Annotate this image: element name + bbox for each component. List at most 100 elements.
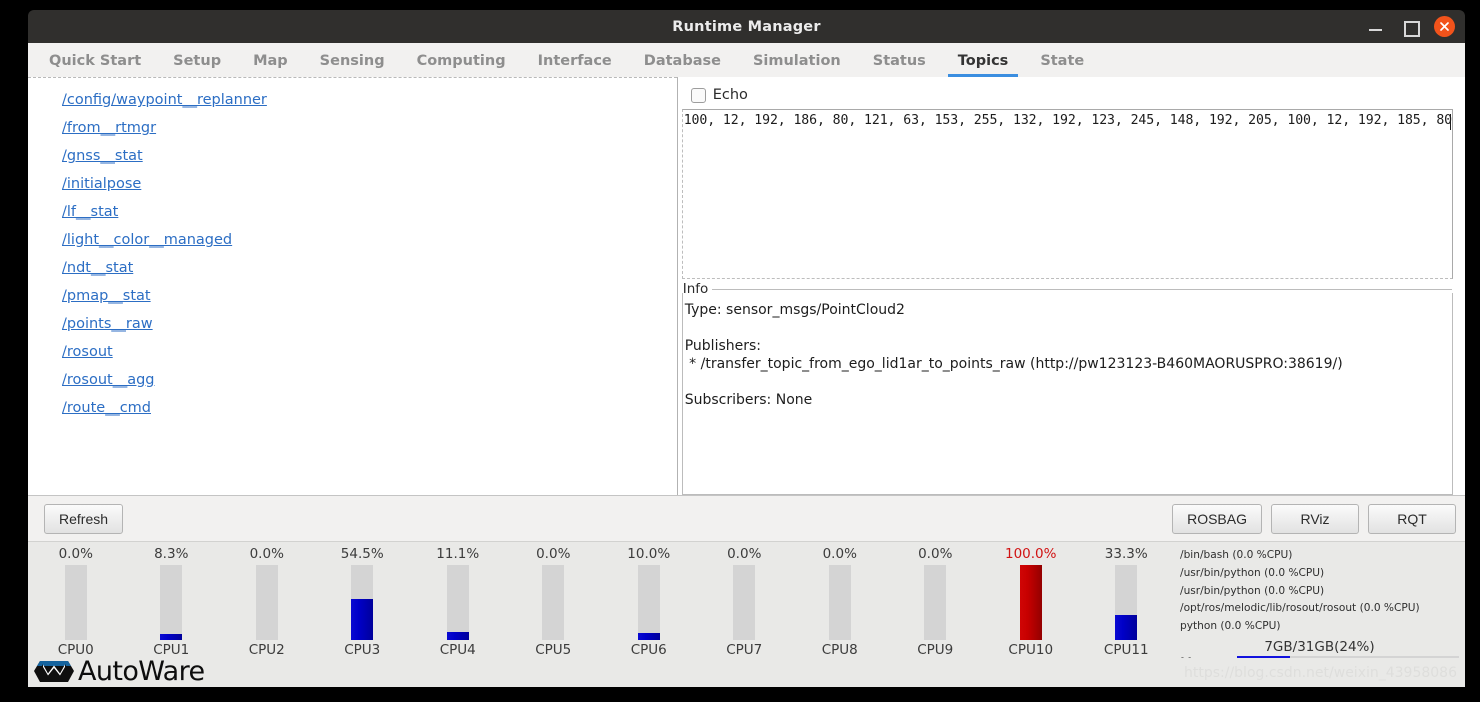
tab-quick-start[interactable]: Quick Start (33, 53, 157, 77)
tab-simulation[interactable]: Simulation (737, 53, 857, 77)
tab-state[interactable]: State (1024, 53, 1100, 77)
window-title: Runtime Manager (672, 18, 821, 35)
cpu-name-label: CPU4 (439, 642, 476, 658)
cpu-gauge-cpu9: 0.0% CPU9 (888, 542, 984, 658)
autoware-mark-icon (34, 660, 74, 682)
cpu-gauge-track (733, 565, 756, 640)
cpu-gauge-cpu4: 11.1% CPU4 (410, 542, 506, 658)
info-legend-rule (712, 289, 1452, 291)
cpu-percent-label: 0.0% (536, 546, 571, 562)
tab-topics[interactable]: Topics (942, 53, 1025, 77)
tab-status[interactable]: Status (857, 53, 942, 77)
minimize-icon[interactable] (1366, 17, 1386, 37)
process-item: /usr/bin/python (0.0 %CPU) (1180, 566, 1325, 579)
echo-checkbox[interactable] (690, 87, 706, 103)
topic-item[interactable]: /pmap__stat (32, 282, 151, 310)
echo-output-text: 100, 12, 192, 186, 80, 121, 63, 153, 255… (683, 113, 1452, 128)
tab-computing[interactable]: Computing (401, 53, 522, 77)
cpu-gauge-cpu5: 0.0% CPU5 (506, 542, 602, 658)
cpu-percent-label: 10.0% (627, 546, 671, 562)
tab-setup[interactable]: Setup (157, 53, 237, 77)
cpu-gauge-track (64, 565, 87, 640)
cpu-name-label: CPU8 (821, 642, 858, 658)
cpu-gauge-track (446, 565, 469, 640)
rqt-button[interactable]: RQT (1368, 503, 1456, 534)
cpu-name-label: CPU3 (344, 642, 381, 658)
close-icon[interactable] (1434, 16, 1455, 37)
tab-sensing[interactable]: Sensing (304, 53, 401, 77)
application-window: Runtime Manager Quick Start Setup Map Se… (0, 0, 1480, 702)
echo-output-box[interactable]: 100, 12, 192, 186, 80, 121, 63, 153, 255… (681, 109, 1453, 279)
autoware-logo: AutoWare (28, 656, 205, 687)
topic-item[interactable]: /initialpose (32, 170, 141, 198)
topic-item[interactable]: /light__color__managed (32, 226, 232, 254)
echo-label: Echo (712, 87, 748, 103)
topic-item[interactable]: /config/waypoint__replanner (32, 86, 267, 114)
cpu-gauge-track (351, 565, 374, 640)
cpu-gauge-fill (446, 631, 469, 640)
cpu-gauge-fill (1019, 565, 1042, 640)
text-caret (1450, 114, 1451, 130)
memory-usage-text: 7GB/31GB(24%) (1264, 638, 1375, 655)
topic-item[interactable]: /from__rtmgr (32, 114, 156, 142)
autoware-wordmark: AutoWare (78, 655, 205, 687)
cpu-percent-label: 33.3% (1104, 546, 1148, 562)
cpu-gauges: 0.0% CPU0 8.3% CPU1 0.0% CPU2 54.5% CPU3 11.1% CP… (28, 542, 1174, 658)
cpu-percent-label: 8.3% (154, 546, 189, 562)
cpu-gauge-track (255, 565, 278, 640)
system-monitor: 0.0% CPU0 8.3% CPU1 0.0% CPU2 54.5% CPU3 11.1% CP… (28, 541, 1465, 658)
detail-pane: Echo 100, 12, 192, 186, 80, 121, 63, 153… (677, 77, 1465, 495)
watermark: https://blog.csdn.net/weixin_43958086 (1183, 664, 1457, 681)
maximize-icon[interactable] (1400, 17, 1420, 37)
title-bar: Runtime Manager (28, 10, 1465, 43)
cpu-gauge-fill (351, 599, 374, 640)
tab-interface[interactable]: Interface (522, 53, 628, 77)
refresh-button[interactable]: Refresh (44, 503, 124, 534)
window-controls (1366, 10, 1455, 43)
rviz-button[interactable]: RViz (1271, 503, 1359, 534)
rosbag-button[interactable]: ROSBAG (1172, 503, 1262, 534)
launcher-buttons: ROSBAG RViz RQT (1172, 503, 1456, 534)
cpu-gauge-fill (160, 633, 183, 640)
topic-list: /config/waypoint__replanner /from__rtmgr… (28, 78, 677, 422)
info-legend-label: Info (682, 282, 713, 297)
cpu-name-label: CPU5 (535, 642, 572, 658)
topic-item[interactable]: /ndt__stat (32, 254, 133, 282)
topic-item[interactable]: /points__raw (32, 310, 153, 338)
cpu-gauge-track (160, 565, 183, 640)
footer: AutoWare https://blog.csdn.net/weixin_43… (0, 656, 1480, 702)
process-item: /bin/bash (0.0 %CPU) (1180, 549, 1293, 561)
cpu-gauge-track (924, 565, 947, 640)
cpu-percent-label: 0.0% (822, 546, 857, 562)
tab-database[interactable]: Database (628, 53, 737, 77)
cpu-gauge-cpu2: 0.0% CPU2 (219, 542, 315, 658)
topic-item[interactable]: /gnss__stat (32, 142, 143, 170)
cpu-percent-label: 100.0% (1005, 546, 1057, 562)
footer-strip: AutoWare https://blog.csdn.net/weixin_43… (28, 656, 1465, 687)
cpu-gauge-track (828, 565, 851, 640)
info-panel: Info Type: sensor_msgs/PointCloud2 Publi… (681, 282, 1453, 495)
cpu-percent-label: 0.0% (727, 546, 762, 562)
process-item: /usr/bin/python (0.0 %CPU) (1180, 584, 1325, 597)
cpu-name-label: CPU7 (726, 642, 763, 658)
topic-item[interactable]: /route__cmd (32, 394, 151, 422)
cpu-gauge-fill (1115, 615, 1138, 640)
cpu-name-label: CPU10 (1008, 642, 1054, 658)
echo-checkbox-row: Echo (680, 87, 1453, 103)
cpu-name-label: CPU9 (917, 642, 954, 658)
info-legend-row: Info (682, 282, 1452, 297)
tab-bar: Quick Start Setup Map Sensing Computing … (28, 43, 1465, 77)
topic-item[interactable]: /rosout__agg (32, 366, 155, 394)
window-body: Quick Start Setup Map Sensing Computing … (28, 43, 1465, 658)
cpu-name-label: CPU6 (630, 642, 667, 658)
topic-item[interactable]: /rosout (32, 338, 113, 366)
process-item: python (0.0 %CPU) (1180, 620, 1281, 633)
cpu-gauge-cpu11: 33.3% CPU11 (1079, 542, 1175, 658)
cpu-gauge-fill (637, 632, 660, 640)
tab-map[interactable]: Map (237, 53, 304, 77)
process-panel: /bin/bash (0.0 %CPU) /usr/bin/python (0.0… (1174, 542, 1465, 658)
cpu-percent-label: 11.1% (436, 546, 480, 562)
process-list: /bin/bash (0.0 %CPU) /usr/bin/python (0.0… (1180, 547, 1459, 636)
topic-item[interactable]: /lf__stat (32, 198, 118, 226)
action-bar: Refresh ROSBAG RViz RQT (28, 495, 1465, 541)
